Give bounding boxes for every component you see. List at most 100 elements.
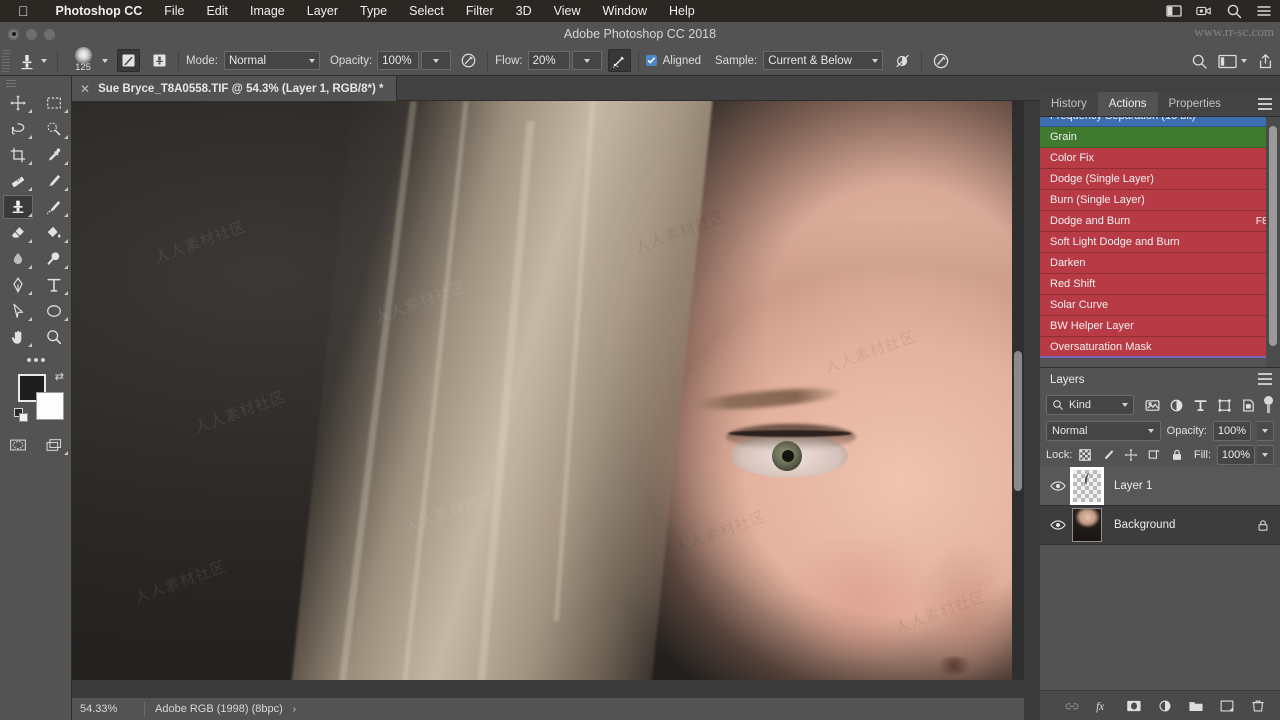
zoom-level[interactable]: 54.33% [72, 703, 134, 715]
quick-selection-tool[interactable] [36, 116, 72, 142]
path-selection-tool[interactable] [0, 298, 36, 324]
add-layer-mask-icon[interactable] [1125, 697, 1142, 714]
actions-scrollbar-thumb[interactable] [1269, 126, 1277, 346]
action-row[interactable]: Grain [1040, 127, 1280, 148]
close-button[interactable] [8, 28, 19, 40]
action-row[interactable]: BW Helper Layer [1040, 316, 1280, 337]
opacity-input[interactable]: 100% [377, 51, 420, 70]
toggle-brush-panel-button[interactable] [117, 49, 140, 72]
lock-artboard-nesting-icon[interactable] [1143, 445, 1164, 465]
opacity-dropdown[interactable] [421, 51, 452, 70]
spotlight-search-icon[interactable] [1226, 3, 1242, 19]
hand-tool[interactable] [0, 324, 36, 350]
flow-dropdown[interactable] [571, 51, 602, 70]
workspace-switcher[interactable] [1218, 54, 1237, 69]
active-tool-preset[interactable] [14, 51, 50, 71]
screen-mode-button[interactable] [36, 432, 72, 458]
sample-select[interactable]: Current & Below [763, 51, 884, 70]
clone-stamp-tool[interactable] [0, 194, 36, 220]
airbrush-button[interactable] [607, 49, 631, 72]
search-icon[interactable] [1191, 53, 1208, 70]
tab-properties[interactable]: Properties [1158, 92, 1232, 116]
action-row[interactable]: Dodge and Burn F8 [1040, 211, 1280, 232]
filter-smart-object-icon[interactable] [1236, 394, 1260, 416]
canvas-scrollbar-thumb[interactable] [1014, 351, 1022, 491]
new-group-icon[interactable] [1187, 697, 1204, 714]
brush-tool[interactable] [36, 168, 72, 194]
lock-all-icon[interactable] [1166, 445, 1187, 465]
layer-row-layer-1[interactable]: Layer 1 [1040, 467, 1280, 506]
rectangular-marquee-tool[interactable] [36, 90, 72, 116]
lock-transparent-pixels-icon[interactable] [1074, 445, 1095, 465]
minimize-button[interactable] [26, 28, 37, 40]
action-row[interactable]: Burn (Single Layer) [1040, 190, 1280, 211]
blend-mode-select[interactable]: Normal [223, 51, 320, 70]
swap-colors-icon[interactable]: ⇄ [55, 370, 64, 383]
actions-list[interactable]: Frequency Separation (16 bit) Grain Colo… [1040, 117, 1280, 367]
layer-name[interactable]: Background [1102, 519, 1254, 531]
action-row[interactable]: Darken [1040, 253, 1280, 274]
brush-preset-picker[interactable]: 125 [65, 46, 111, 74]
dodge-tool[interactable] [36, 246, 72, 272]
menu-view[interactable]: View [543, 4, 592, 18]
filter-type-icon[interactable] [1188, 394, 1212, 416]
history-brush-tool[interactable] [36, 194, 72, 220]
layer-thumbnail[interactable] [1070, 467, 1104, 505]
document-canvas[interactable]: 人人素材社区 人人素材社区 人人素材社区 人人素材社区 人人素材社区 人人素材社… [72, 101, 1024, 680]
action-row[interactable]: Oversaturation Mask [1040, 337, 1280, 358]
layer-blend-mode-select[interactable]: Normal [1046, 421, 1161, 441]
quick-mask-button[interactable] [0, 432, 36, 458]
action-row[interactable]: Solar Curve [1040, 295, 1280, 316]
menu-window[interactable]: Window [592, 4, 658, 18]
layer-name[interactable]: Layer 1 [1102, 480, 1272, 492]
eraser-tool[interactable] [0, 220, 36, 246]
document-tab[interactable]: ✕ Sue Bryce_T8A0558.TIF @ 54.3% (Layer 1… [72, 76, 397, 101]
panel-menu-icon[interactable] [1258, 98, 1272, 113]
lock-position-icon[interactable] [1120, 445, 1141, 465]
tab-actions[interactable]: Actions [1097, 92, 1158, 116]
menu-type[interactable]: Type [349, 4, 398, 18]
action-row[interactable]: Red Shift [1040, 274, 1280, 295]
eyedropper-tool[interactable] [36, 142, 72, 168]
move-tool[interactable] [0, 90, 36, 116]
edit-toolbar-button[interactable] [0, 350, 71, 364]
split-view-icon[interactable] [1166, 3, 1182, 19]
zoom-button[interactable] [44, 28, 55, 40]
layer-thumbnail[interactable] [1072, 508, 1102, 542]
close-icon[interactable]: ✕ [80, 82, 90, 96]
layer-visibility-toggle[interactable] [1044, 480, 1072, 492]
tab-history[interactable]: History [1040, 92, 1098, 116]
control-center-icon[interactable] [1256, 3, 1272, 19]
filter-shape-icon[interactable] [1212, 394, 1236, 416]
tools-panel-grip[interactable] [6, 80, 16, 88]
layer-fill-input[interactable]: 100% [1217, 445, 1255, 465]
layer-visibility-toggle[interactable] [1044, 519, 1072, 531]
delete-layer-icon[interactable] [1249, 697, 1266, 714]
filter-enable-toggle[interactable] [1262, 396, 1274, 414]
link-layers-icon[interactable] [1063, 697, 1080, 714]
status-expand-arrow[interactable]: › [293, 704, 296, 715]
aligned-checkbox[interactable] [645, 55, 657, 66]
menu-filter[interactable]: Filter [455, 4, 505, 18]
ignore-adjustment-layers-button[interactable] [891, 49, 914, 72]
pen-tool[interactable] [0, 272, 36, 298]
apple-logo-icon[interactable]:  [18, 4, 29, 18]
menu-file[interactable]: File [153, 4, 195, 18]
filter-pixel-icon[interactable] [1140, 394, 1164, 416]
menu-3d[interactable]: 3D [505, 4, 543, 18]
workspace-caret[interactable] [1241, 59, 1247, 63]
action-row[interactable]: Color Fix [1040, 148, 1280, 169]
menu-edit[interactable]: Edit [195, 4, 239, 18]
layers-panel-menu-icon[interactable] [1258, 373, 1272, 388]
default-colors-icon[interactable] [14, 408, 28, 422]
filter-adjustment-icon[interactable] [1164, 394, 1188, 416]
new-layer-icon[interactable] [1218, 697, 1235, 714]
screen-record-icon[interactable] [1196, 3, 1212, 19]
pressure-controls-opacity-button[interactable] [457, 49, 480, 72]
menu-image[interactable]: Image [239, 4, 296, 18]
background-color-swatch[interactable] [36, 392, 64, 420]
action-row[interactable]: Dodge (Single Layer) [1040, 169, 1280, 190]
layer-fill-dropdown[interactable] [1257, 445, 1274, 465]
layer-style-fx-icon[interactable]: fx [1094, 697, 1111, 714]
menu-help[interactable]: Help [658, 4, 706, 18]
